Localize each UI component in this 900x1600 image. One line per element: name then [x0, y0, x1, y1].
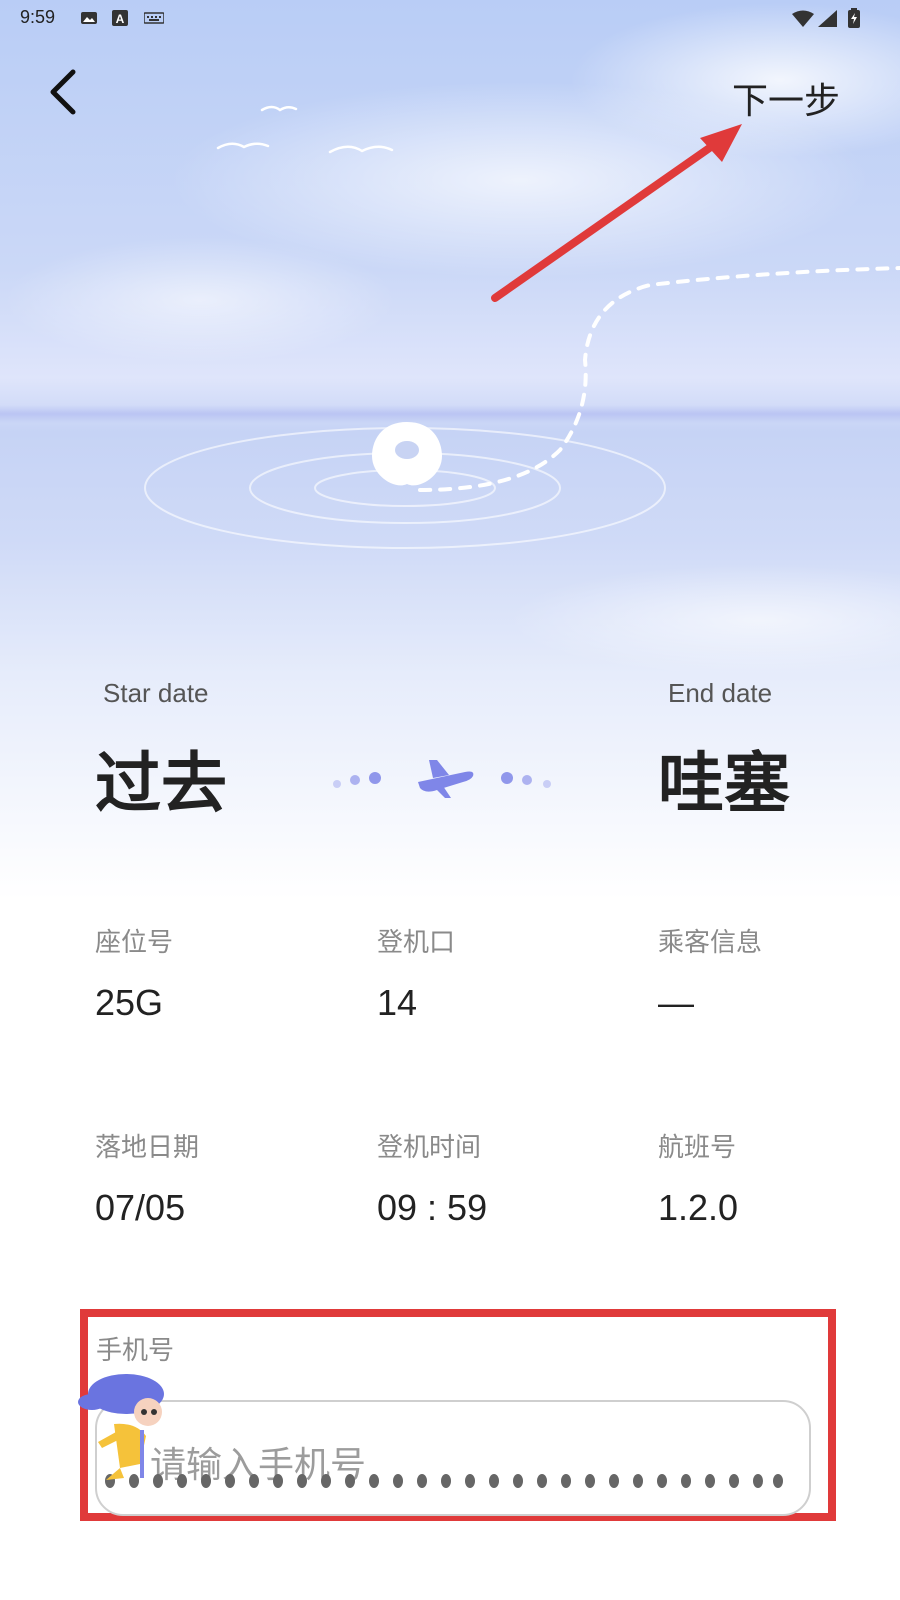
- mascot-cursor-icon: [78, 1374, 164, 1480]
- keyboard-icon: [143, 10, 165, 29]
- battery-icon: [848, 8, 860, 32]
- status-bar: 9:59 A: [0, 0, 900, 36]
- back-button[interactable]: [36, 68, 88, 120]
- svg-text:A: A: [116, 12, 125, 26]
- flight-number-value: 1.2.0: [658, 1187, 739, 1228]
- signal-icon: [818, 10, 838, 32]
- horizon-glow: [0, 405, 900, 423]
- end-city: 哇塞: [658, 745, 790, 822]
- airplane-icon: [418, 760, 474, 798]
- flight-number-label: 航班号: [658, 1133, 737, 1163]
- seat-number-label: 座位号: [95, 928, 174, 958]
- text-a-icon: A: [112, 10, 128, 30]
- phone-dots-decoration: [105, 1474, 783, 1488]
- status-time: 9:59: [20, 7, 56, 27]
- seat-number-value: 25G: [95, 982, 164, 1023]
- start-city: 过去: [95, 745, 227, 822]
- passenger-info-value: —: [658, 982, 694, 1023]
- boarding-time-value: 09 : 59: [377, 1187, 488, 1228]
- image-icon: [80, 10, 98, 30]
- landing-date-label: 落地日期: [95, 1133, 200, 1163]
- end-date-label: End date: [668, 678, 773, 708]
- start-date-label: Star date: [103, 678, 209, 708]
- boarding-time-label: 登机时间: [377, 1133, 482, 1163]
- landing-date-value: 07/05: [95, 1187, 186, 1228]
- gate-label: 登机口: [377, 928, 456, 958]
- passenger-info-label: 乘客信息: [658, 928, 763, 958]
- next-step-button[interactable]: 下一步: [732, 72, 840, 124]
- phone-label: 手机号: [96, 1336, 175, 1366]
- gate-value: 14: [377, 982, 418, 1023]
- wifi-icon: [792, 10, 814, 32]
- plane-route-indicator: [333, 760, 551, 798]
- chevron-left-icon: [47, 69, 77, 119]
